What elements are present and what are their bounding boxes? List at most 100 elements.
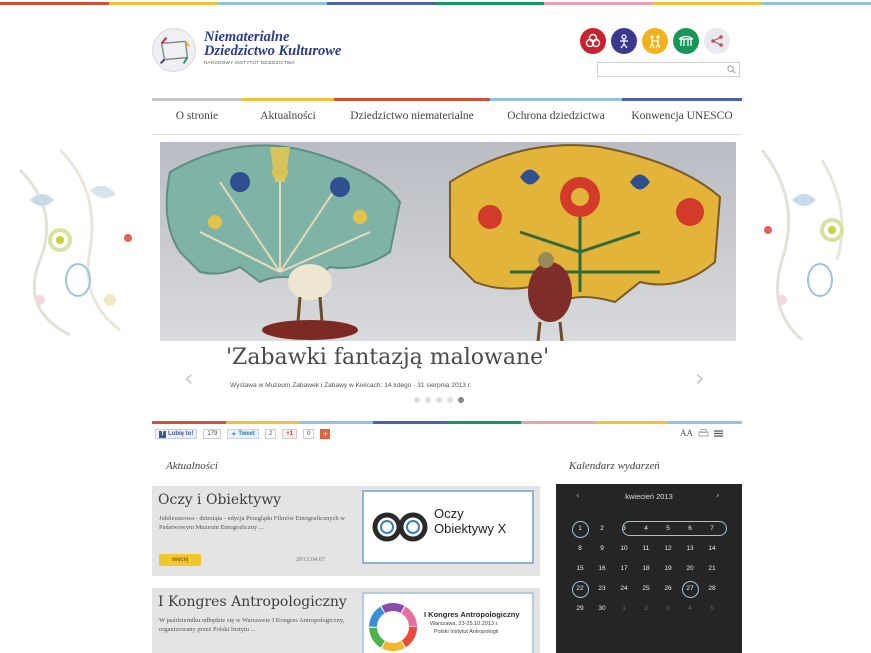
- calendar-day[interactable]: 2: [591, 521, 613, 536]
- calendar-day[interactable]: 16: [591, 561, 613, 576]
- thumb-title: I Kongres Antropologiczny: [424, 610, 520, 619]
- calendar-next-month[interactable]: ›: [716, 491, 720, 501]
- dancers-icon[interactable]: [642, 28, 668, 54]
- site-title[interactable]: Niematerialne Dziedzictwo Kulturowe: [204, 30, 341, 59]
- google-plus-label: +1: [286, 431, 294, 437]
- calendar-day[interactable]: 1: [613, 601, 635, 616]
- stripe-segment: [762, 2, 871, 5]
- calendar-day[interactable]: 10: [613, 541, 635, 556]
- calendar-day[interactable]: 5: [657, 521, 679, 536]
- facebook-like-count: 179: [203, 429, 222, 439]
- nav-item-ochrona-dziedzictwa[interactable]: Ochrona dziedzictwa: [490, 98, 622, 130]
- slider-image[interactable]: [160, 142, 736, 341]
- calendar-day[interactable]: 19: [657, 561, 679, 576]
- slider-dot[interactable]: [458, 397, 464, 403]
- calendar-heading: Kalendarz wydarzeń: [569, 460, 660, 472]
- news-thumbnail[interactable]: I Kongres Antropologiczny Warszawa, 23-2…: [362, 592, 534, 653]
- stripe-segment: [0, 2, 109, 5]
- calendar-day[interactable]: 25: [635, 581, 657, 596]
- painted-peacock-toys-image: [160, 142, 736, 341]
- nav-item-konwencja-unesco[interactable]: Konwencja UNESCO: [622, 98, 742, 130]
- nav-divider: [152, 134, 742, 135]
- calendar-day[interactable]: 28: [701, 581, 723, 596]
- news-thumbnail[interactable]: Oczy Obiektywy X: [362, 490, 534, 564]
- calendar-day[interactable]: 8: [569, 541, 591, 556]
- calendar-day[interactable]: 15: [569, 561, 591, 576]
- read-more-button[interactable]: więcej: [159, 554, 201, 566]
- calendar-day[interactable]: 9: [591, 541, 613, 556]
- stripe-segment: [152, 421, 226, 424]
- search-icon[interactable]: [727, 65, 736, 74]
- calendar-day[interactable]: 5: [701, 601, 723, 616]
- calendar-day[interactable]: 13: [679, 541, 701, 556]
- calendar-day[interactable]: 2: [635, 601, 657, 616]
- calendar-day[interactable]: 6: [679, 521, 701, 536]
- knot-icon[interactable]: [580, 28, 606, 54]
- calendar-day[interactable]: 4: [635, 521, 657, 536]
- search-input[interactable]: [598, 66, 723, 80]
- tweet-count: 2: [264, 429, 277, 439]
- calendar-day[interactable]: 14: [701, 541, 723, 556]
- tweet-label: Tweet: [238, 431, 255, 437]
- calendar-day[interactable]: 24: [613, 581, 635, 596]
- slider-dot[interactable]: [447, 397, 453, 403]
- calendar-day[interactable]: 22: [569, 581, 591, 598]
- nav-item-o-stronie[interactable]: O stronie: [152, 98, 242, 130]
- stripe-segment: [299, 421, 374, 424]
- calendar-day[interactable]: 29: [569, 601, 591, 616]
- news-item[interactable]: I Kongres Antropologiczny W październiku…: [152, 588, 540, 653]
- stripe-segment: [594, 421, 669, 424]
- logo-icon[interactable]: [152, 28, 196, 72]
- calendar-day[interactable]: 20: [679, 561, 701, 576]
- calendar-day[interactable]: 11: [635, 541, 657, 556]
- slider-dot[interactable]: [414, 397, 420, 403]
- color-wheel-icon: [369, 603, 417, 651]
- calendar-day[interactable]: 21: [701, 561, 723, 576]
- slider-dot[interactable]: [425, 397, 431, 403]
- print-icon[interactable]: [698, 428, 709, 438]
- share-icon[interactable]: [704, 28, 730, 54]
- thumb-title-line1: Oczy: [434, 506, 464, 521]
- site-header: Niematerialne Dziedzictwo Kulturowe NARO…: [152, 22, 742, 82]
- calendar-day[interactable]: 17: [613, 561, 635, 576]
- bridge-icon[interactable]: [673, 28, 699, 54]
- menu-icon[interactable]: [714, 429, 723, 438]
- add-share-icon[interactable]: +: [320, 429, 331, 439]
- news-item[interactable]: Oczy i Obiektywy Jubileuszowa - dziesiąt…: [152, 486, 540, 576]
- calendar-day[interactable]: 3: [657, 601, 679, 616]
- news-title[interactable]: Oczy i Obiektywy: [158, 492, 281, 508]
- stripe-segment: [544, 2, 654, 5]
- slide-title[interactable]: 'Zabawki fantazją malowane': [0, 345, 871, 370]
- calendar-day[interactable]: 26: [657, 581, 679, 596]
- stripe-segment: [326, 2, 436, 5]
- top-color-stripe: [0, 0, 871, 7]
- calendar-day[interactable]: 1: [569, 521, 591, 538]
- stripe-segment: [373, 421, 447, 424]
- google-plus-button[interactable]: +1: [282, 429, 298, 439]
- figure-icon[interactable]: [611, 28, 637, 54]
- facebook-icon: f: [159, 430, 166, 438]
- calendar-day[interactable]: 12: [657, 541, 679, 556]
- divider-color-stripe: [152, 421, 742, 424]
- slider-dot[interactable]: [436, 397, 442, 403]
- font-size-toggle[interactable]: AA: [680, 428, 693, 438]
- calendar-day[interactable]: 23: [591, 581, 613, 596]
- news-date: 2013.04.07: [296, 556, 326, 563]
- news-excerpt: Jubileuszowa - dziesiąta - edycja Przegl…: [159, 515, 345, 531]
- calendar-day[interactable]: 7: [701, 521, 723, 536]
- news-heading: Aktualności: [166, 460, 218, 472]
- nav-item-dziedzictwo-niematerialne[interactable]: Dziedzictwo niematerialne: [334, 98, 490, 130]
- stripe-segment: [108, 2, 218, 5]
- news-excerpt: W październiku odbędzie się w Warszawie …: [159, 617, 345, 633]
- tweet-button[interactable]: ✦ Tweet: [227, 429, 259, 439]
- slider-dots: [414, 397, 464, 403]
- calendar-day[interactable]: 27: [679, 581, 701, 598]
- facebook-like-button[interactable]: f Lubię to!: [155, 429, 198, 439]
- calendar-day[interactable]: 18: [635, 561, 657, 576]
- calendar-day[interactable]: 3: [613, 521, 635, 536]
- calendar-day[interactable]: 4: [679, 601, 701, 616]
- floral-decoration-left: [18, 148, 132, 337]
- news-title[interactable]: I Kongres Antropologiczny: [158, 594, 347, 610]
- nav-item-aktualnosci[interactable]: Aktualności: [242, 98, 334, 130]
- calendar-day[interactable]: 30: [591, 601, 613, 616]
